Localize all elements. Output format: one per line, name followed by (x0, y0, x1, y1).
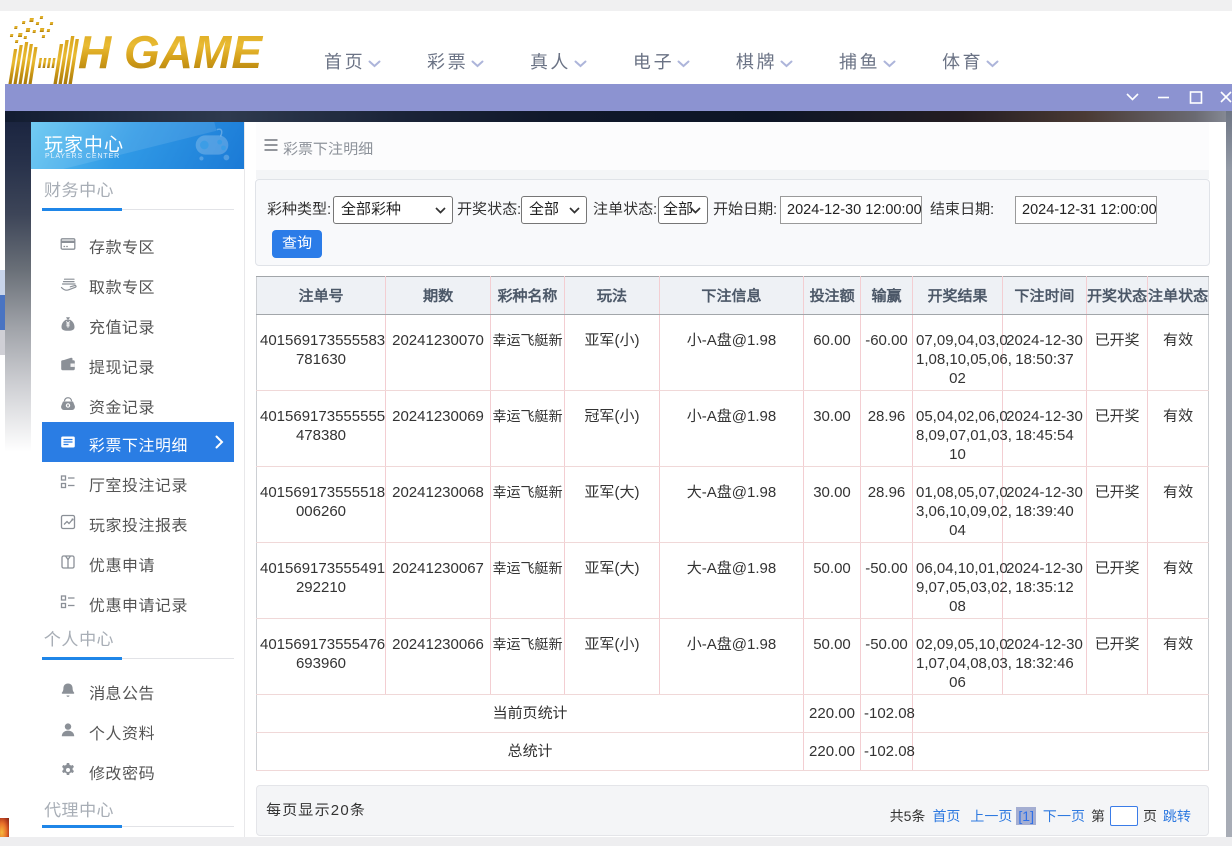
svg-text:H GAME: H GAME (78, 26, 263, 78)
